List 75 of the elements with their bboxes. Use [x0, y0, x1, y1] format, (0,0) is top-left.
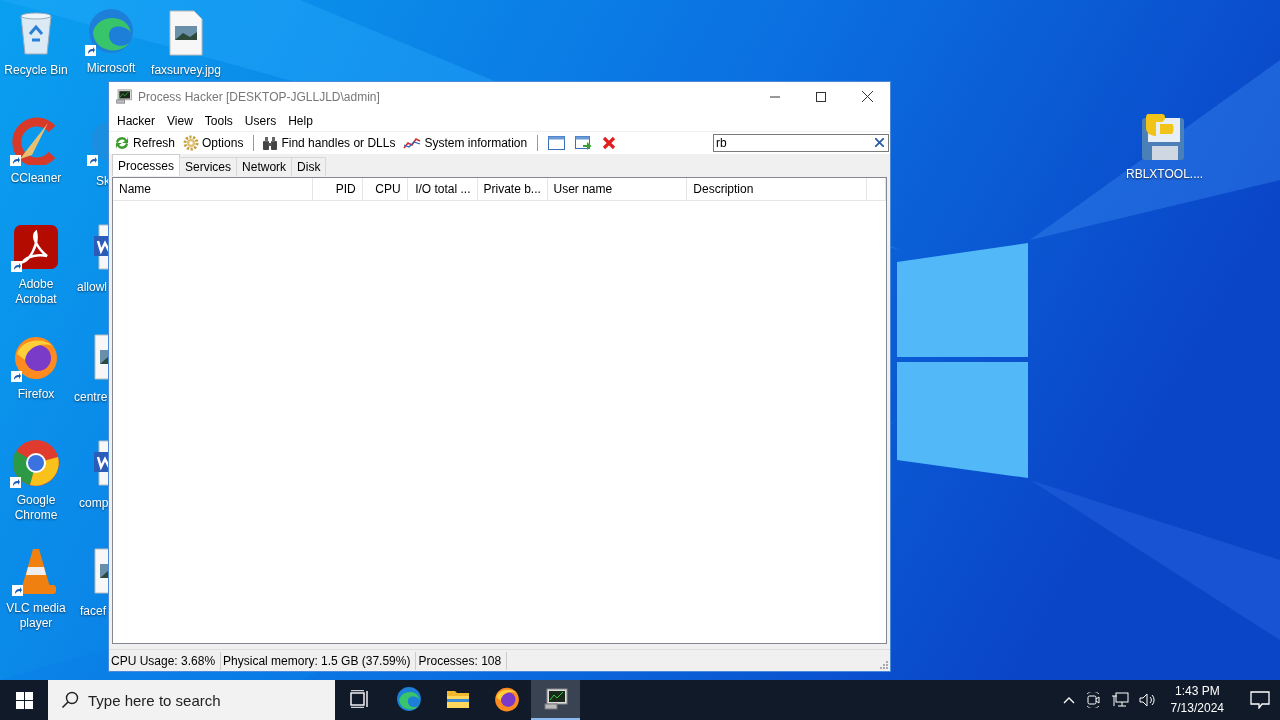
column-header[interactable]: CPU: [362, 178, 408, 200]
delete-icon[interactable]: [602, 136, 617, 150]
window-icon[interactable]: [548, 136, 566, 150]
icon-label: Google Chrome: [13, 493, 59, 523]
shortcut-arrow-icon: [85, 45, 96, 56]
taskbar-search-field[interactable]: Type here to search: [48, 680, 335, 720]
toolbar-button[interactable]: Refresh: [112, 133, 180, 153]
shortcut-arrow-icon: [87, 155, 98, 166]
tab[interactable]: Services: [179, 157, 238, 176]
toolbar-button[interactable]: System information: [401, 133, 532, 153]
chart-line-icon: [403, 136, 422, 150]
toolbar-button[interactable]: Find handles or DLLs: [260, 133, 400, 153]
taskbar-app-button[interactable]: [531, 680, 580, 720]
status-text: Physical memory: 1.5 GB (37.59%): [221, 651, 417, 670]
column-header[interactable]: Description: [687, 178, 868, 200]
edge-icon: [87, 7, 135, 55]
speaker-icon[interactable]: [1138, 692, 1157, 708]
notification-icon[interactable]: [1250, 691, 1270, 709]
monitor-icon: [543, 688, 568, 710]
menu-item[interactable]: View: [161, 114, 199, 128]
task-view-icon: [349, 690, 370, 708]
monitor-icon: [116, 89, 132, 104]
menu-item[interactable]: Hacker: [111, 114, 161, 128]
refresh-icon: [114, 135, 130, 151]
shortcut-arrow-icon: [12, 585, 23, 596]
column-header[interactable]: User name: [547, 178, 688, 200]
shortcut-arrow-icon: [10, 155, 21, 166]
camera-icon[interactable]: [1084, 692, 1101, 708]
shortcut-arrow-icon: [11, 261, 22, 272]
shortcut-arrow-icon: [10, 477, 21, 488]
column-header[interactable]: I/O total ...: [407, 178, 478, 200]
tab[interactable]: Disk: [291, 157, 327, 176]
maximize-icon: [816, 91, 826, 102]
column-header[interactable]: Name: [113, 178, 313, 200]
firefox-icon: [13, 334, 59, 380]
icon-label: Recycle Bin: [3, 63, 69, 78]
network-icon[interactable]: [1110, 692, 1129, 708]
window-title: Process Hacker [DESKTOP-JGLLJLD\admin]: [138, 89, 380, 104]
chrome-icon: [12, 439, 60, 487]
toolbar-button[interactable]: Options: [181, 133, 248, 153]
icon-label: CCleaner: [9, 171, 63, 186]
clear-icon[interactable]: [875, 138, 884, 147]
tab[interactable]: Processes: [112, 154, 181, 176]
clock-date: 7/13/2024: [1170, 700, 1224, 717]
column-header[interactable]: Private b...: [477, 178, 548, 200]
icon-label: facef: [80, 604, 106, 619]
column-header[interactable]: PID: [312, 178, 363, 200]
firefox-icon: [493, 686, 520, 712]
search-field[interactable]: rb: [713, 134, 889, 152]
clock-time: 1:43 PM: [1174, 683, 1220, 700]
icon-label: VLC media player: [5, 601, 67, 631]
resize-grip-icon: [880, 661, 888, 669]
icon-label: centre: [74, 390, 108, 405]
acrobat-icon: [13, 224, 59, 270]
menu-item[interactable]: Tools: [198, 114, 239, 128]
binoculars-icon: [262, 135, 279, 151]
icon-label: allowl: [77, 280, 107, 295]
icon-label: Firefox: [16, 387, 56, 402]
windows-logo-icon: [15, 691, 33, 709]
status-text: Processes: 108: [416, 651, 508, 670]
menu-item[interactable]: Help: [282, 114, 319, 128]
chevron-up-icon[interactable]: [1062, 696, 1075, 704]
image-file-icon: [168, 10, 204, 56]
folder-icon: [445, 689, 470, 709]
gear-icon: [183, 135, 200, 151]
icon-label: Adobe Acrobat: [14, 277, 58, 307]
menu-item[interactable]: Users: [238, 114, 283, 128]
icon-label: faxsurvey.jpg: [150, 63, 222, 78]
shortcut-arrow-icon: [11, 371, 22, 382]
icon-label: comp: [79, 496, 109, 511]
icon-label: Microsoft: [85, 61, 137, 76]
clock[interactable]: 1:43 PM 7/13/2024: [1170, 683, 1224, 717]
status-text: CPU Usage: 3.68%: [109, 651, 222, 670]
edge-icon: [395, 686, 422, 712]
close-icon: [861, 91, 873, 102]
